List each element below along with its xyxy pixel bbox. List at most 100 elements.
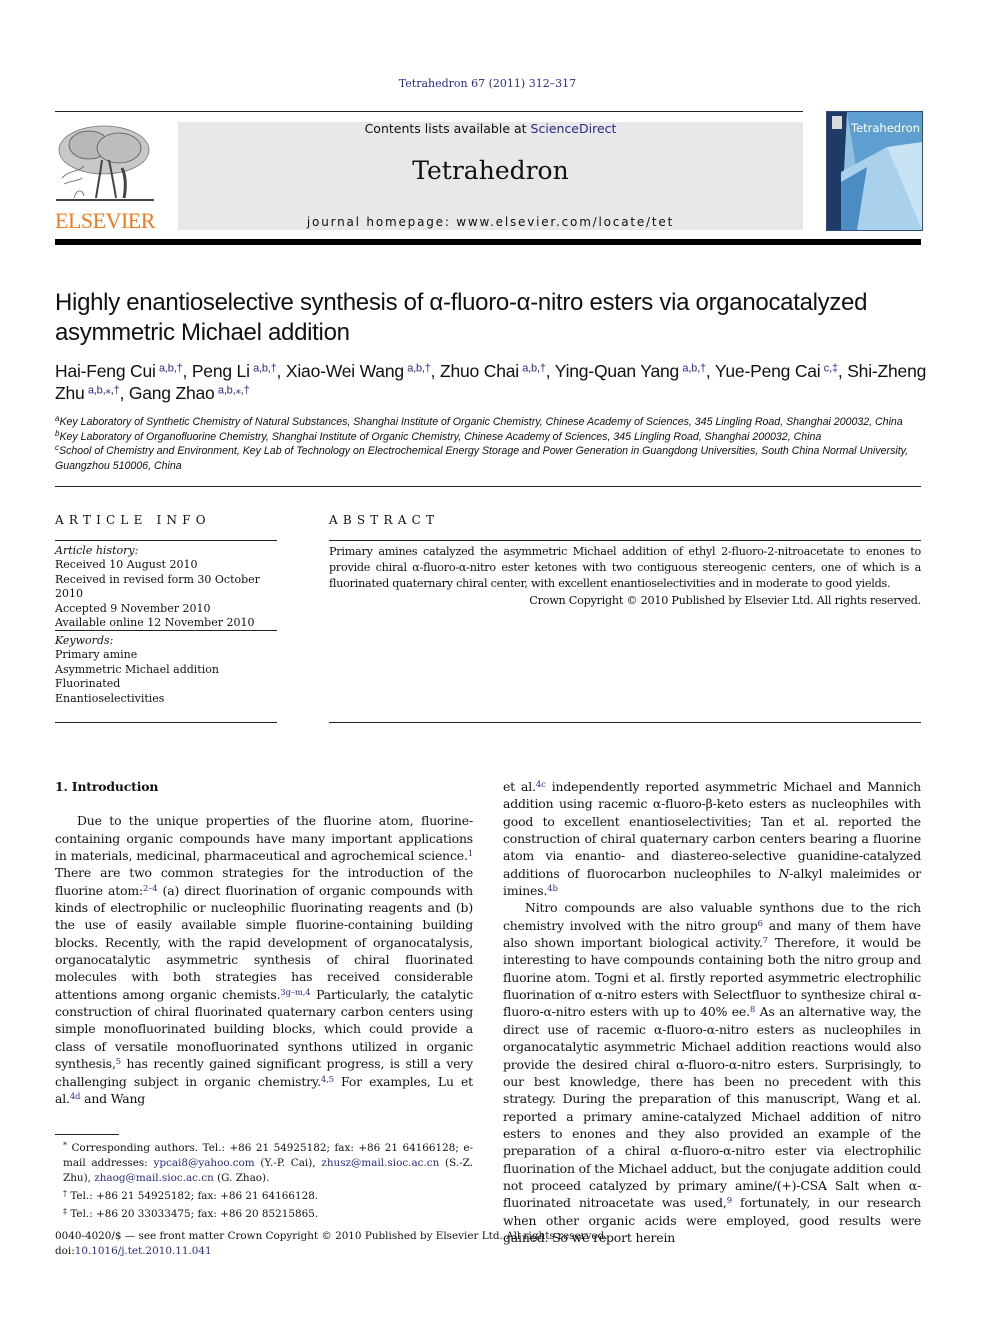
citation-link[interactable]: 4c bbox=[536, 779, 546, 789]
contents-list-line: Contents lists available at ScienceDirec… bbox=[178, 122, 803, 136]
author[interactable]: Gang Zhao a,b,⁎,† bbox=[129, 383, 250, 403]
dagger-mark: † bbox=[63, 1189, 67, 1199]
author-affiliation-marks[interactable]: a,b,† bbox=[682, 363, 706, 375]
footnote-double-dagger: ‡ Tel.: +86 20 33033475; fax: +86 20 852… bbox=[55, 1204, 473, 1222]
author-name[interactable]: Xiao-Wei Wang bbox=[286, 361, 404, 381]
email-link[interactable]: zhaog@mail.sioc.ac.cn bbox=[94, 1172, 214, 1184]
affiliation-text: Key Laboratory of Synthetic Chemistry of… bbox=[59, 416, 903, 428]
cover-title: Tetrahedron bbox=[851, 121, 920, 135]
author-list: Hai-Feng Cui a,b,†, Peng Li a,b,†, Xiao-… bbox=[55, 361, 927, 403]
footnotes: * Corresponding authors. Tel.: +86 21 54… bbox=[55, 1138, 473, 1223]
journal-reference-link[interactable]: Tetrahedron 67 (2011) 312–317 bbox=[0, 77, 975, 90]
author-affiliation-marks[interactable]: a,b,† bbox=[253, 363, 277, 375]
author-affiliation-marks[interactable]: c,‡ bbox=[824, 363, 838, 375]
footnote-rule bbox=[55, 1134, 119, 1135]
doi-line: doi:10.1016/j.tet.2010.11.041 bbox=[55, 1244, 655, 1259]
article-info-heading: ARTICLE INFO bbox=[55, 513, 211, 527]
abstract-copyright: Crown Copyright © 2010 Published by Else… bbox=[529, 593, 921, 607]
author[interactable]: Xiao-Wei Wang a,b,† bbox=[286, 361, 431, 381]
citation-link[interactable]: 4,5 bbox=[321, 1073, 334, 1083]
citation-link[interactable]: 2–4 bbox=[143, 883, 158, 893]
abstract-bottom-rule bbox=[329, 722, 921, 723]
issn-line: 0040-4020/$ — see front matter Crown Cop… bbox=[55, 1230, 608, 1242]
double-dagger-mark: ‡ bbox=[63, 1207, 67, 1217]
keyword-item: Asymmetric Michael addition bbox=[55, 662, 219, 676]
header-thick-rule bbox=[55, 239, 921, 245]
body-paragraph: et al.4c independently reported asymmetr… bbox=[503, 778, 921, 899]
email-link[interactable]: zhusz@mail.sioc.ac.cn bbox=[321, 1157, 439, 1169]
italic-text: N bbox=[778, 865, 790, 881]
citation-link[interactable]: 8 bbox=[750, 1004, 755, 1014]
article-title: Highly enantioselective synthesis of α-f… bbox=[55, 289, 868, 346]
author-affiliation-marks[interactable]: a,b,⁎,† bbox=[88, 385, 120, 397]
article-info-bottom-rule bbox=[55, 722, 277, 723]
homepage-url-link[interactable]: www.elsevier.com/locate/tet bbox=[456, 215, 674, 229]
journal-title: Tetrahedron bbox=[412, 156, 569, 185]
doi-prefix: doi: bbox=[55, 1244, 75, 1257]
author[interactable]: Ying-Quan Yang a,b,† bbox=[555, 361, 706, 381]
author-name[interactable]: Yue-Peng Cai bbox=[715, 361, 821, 381]
email-owner: (Y.-P. Cai), bbox=[254, 1157, 322, 1170]
citation-link[interactable]: 3g–m,4 bbox=[280, 987, 310, 997]
abstract-heading: ABSTRACT bbox=[329, 513, 440, 527]
author-affiliation-marks[interactable]: a,b,⁎,† bbox=[218, 385, 250, 397]
author-name[interactable]: Ying-Quan Yang bbox=[555, 361, 680, 381]
elsevier-logo[interactable]: ELSEVIER bbox=[54, 120, 156, 232]
author-name[interactable]: Gang Zhao bbox=[129, 383, 215, 403]
affiliations: aKey Laboratory of Synthetic Chemistry o… bbox=[55, 415, 925, 473]
article-history-label: Article history: bbox=[55, 544, 139, 557]
citation-link[interactable]: 5 bbox=[116, 1056, 121, 1066]
affiliation-text: Key Laboratory of Organofluorine Chemist… bbox=[59, 430, 822, 443]
author[interactable]: Yue-Peng Cai c,‡ bbox=[715, 361, 838, 381]
citation-link[interactable]: 7 bbox=[763, 935, 768, 945]
elsevier-wordmark: ELSEVIER bbox=[55, 208, 155, 233]
author[interactable]: Hai-Feng Cui a,b,† bbox=[55, 361, 183, 381]
keyword-item: Enantioselectivities bbox=[55, 691, 165, 705]
keywords-label: Keywords: bbox=[55, 634, 114, 647]
journal-cover-image[interactable]: Tetrahedron bbox=[826, 111, 923, 231]
history-item: Accepted 9 November 2010 bbox=[55, 601, 211, 615]
body-paragraph: Due to the unique properties of the fluo… bbox=[55, 813, 473, 1106]
author[interactable]: Zhuo Chai a,b,† bbox=[440, 361, 546, 381]
author-affiliation-marks[interactable]: a,b,† bbox=[407, 363, 431, 375]
author-name[interactable]: Zhuo Chai bbox=[440, 361, 519, 381]
footnote-text: Tel.: +86 21 54925182; fax: +86 21 64166… bbox=[70, 1190, 319, 1203]
citation-link[interactable]: 4d bbox=[70, 1091, 81, 1101]
homepage-prefix: journal homepage: bbox=[306, 215, 457, 229]
author-affiliation-marks[interactable]: a,b,† bbox=[159, 363, 183, 375]
body-column-left: 1. Introduction Due to the unique proper… bbox=[55, 778, 473, 1107]
author-name[interactable]: Peng Li bbox=[192, 361, 250, 381]
footnote-text: Tel.: +86 20 33033475; fax: +86 20 85215… bbox=[70, 1208, 319, 1221]
affiliation-item: bKey Laboratory of Organofluorine Chemis… bbox=[55, 429, 925, 445]
keyword-item: Fluorinated bbox=[55, 677, 121, 691]
email-link[interactable]: ypcai8@yahoo.com bbox=[153, 1157, 254, 1169]
article-info-rule bbox=[55, 540, 277, 541]
history-item: Received in revised form 30 October 2010 bbox=[55, 572, 260, 601]
footnote-dagger: † Tel.: +86 21 54925182; fax: +86 21 641… bbox=[55, 1186, 473, 1204]
citation-link[interactable]: 4b bbox=[547, 883, 558, 893]
affiliation-item: aKey Laboratory of Synthetic Chemistry o… bbox=[55, 415, 925, 430]
article-history: Article history: Received 10 August 2010… bbox=[55, 544, 285, 630]
affiliation-item: cSchool of Chemistry and Environment, Ke… bbox=[55, 444, 925, 473]
header-top-rule bbox=[55, 111, 803, 112]
author-name[interactable]: Hai-Feng Cui bbox=[55, 361, 156, 381]
author-affiliation-marks[interactable]: a,b,† bbox=[522, 363, 546, 375]
doi-link[interactable]: 10.1016/j.tet.2010.11.041 bbox=[75, 1245, 212, 1257]
abstract-text: Primary amines catalyzed the asymmetric … bbox=[329, 545, 921, 591]
sciencedirect-link[interactable]: ScienceDirect bbox=[531, 121, 617, 136]
keywords-rule bbox=[55, 630, 277, 631]
journal-banner: Contents lists available at ScienceDirec… bbox=[178, 122, 803, 230]
footnote-corresponding: * Corresponding authors. Tel.: +86 21 54… bbox=[55, 1138, 473, 1186]
affiliation-text: School of Chemistry and Environment, Key… bbox=[55, 445, 909, 472]
citation-link[interactable]: 6 bbox=[758, 918, 763, 928]
author[interactable]: Peng Li a,b,† bbox=[192, 361, 277, 381]
citation-link[interactable]: 1 bbox=[468, 848, 473, 858]
keywords: Keywords: Primary amine Asymmetric Micha… bbox=[55, 634, 285, 706]
citation-link[interactable]: 9 bbox=[727, 1195, 732, 1205]
abstract-rule bbox=[329, 540, 921, 541]
email-owner: (G. Zhao). bbox=[213, 1172, 270, 1185]
contents-prefix: Contents lists available at bbox=[364, 121, 531, 136]
keyword-item: Primary amine bbox=[55, 648, 138, 662]
abstract: Primary amines catalyzed the asymmetric … bbox=[329, 544, 921, 609]
history-item: Received 10 August 2010 bbox=[55, 558, 198, 572]
